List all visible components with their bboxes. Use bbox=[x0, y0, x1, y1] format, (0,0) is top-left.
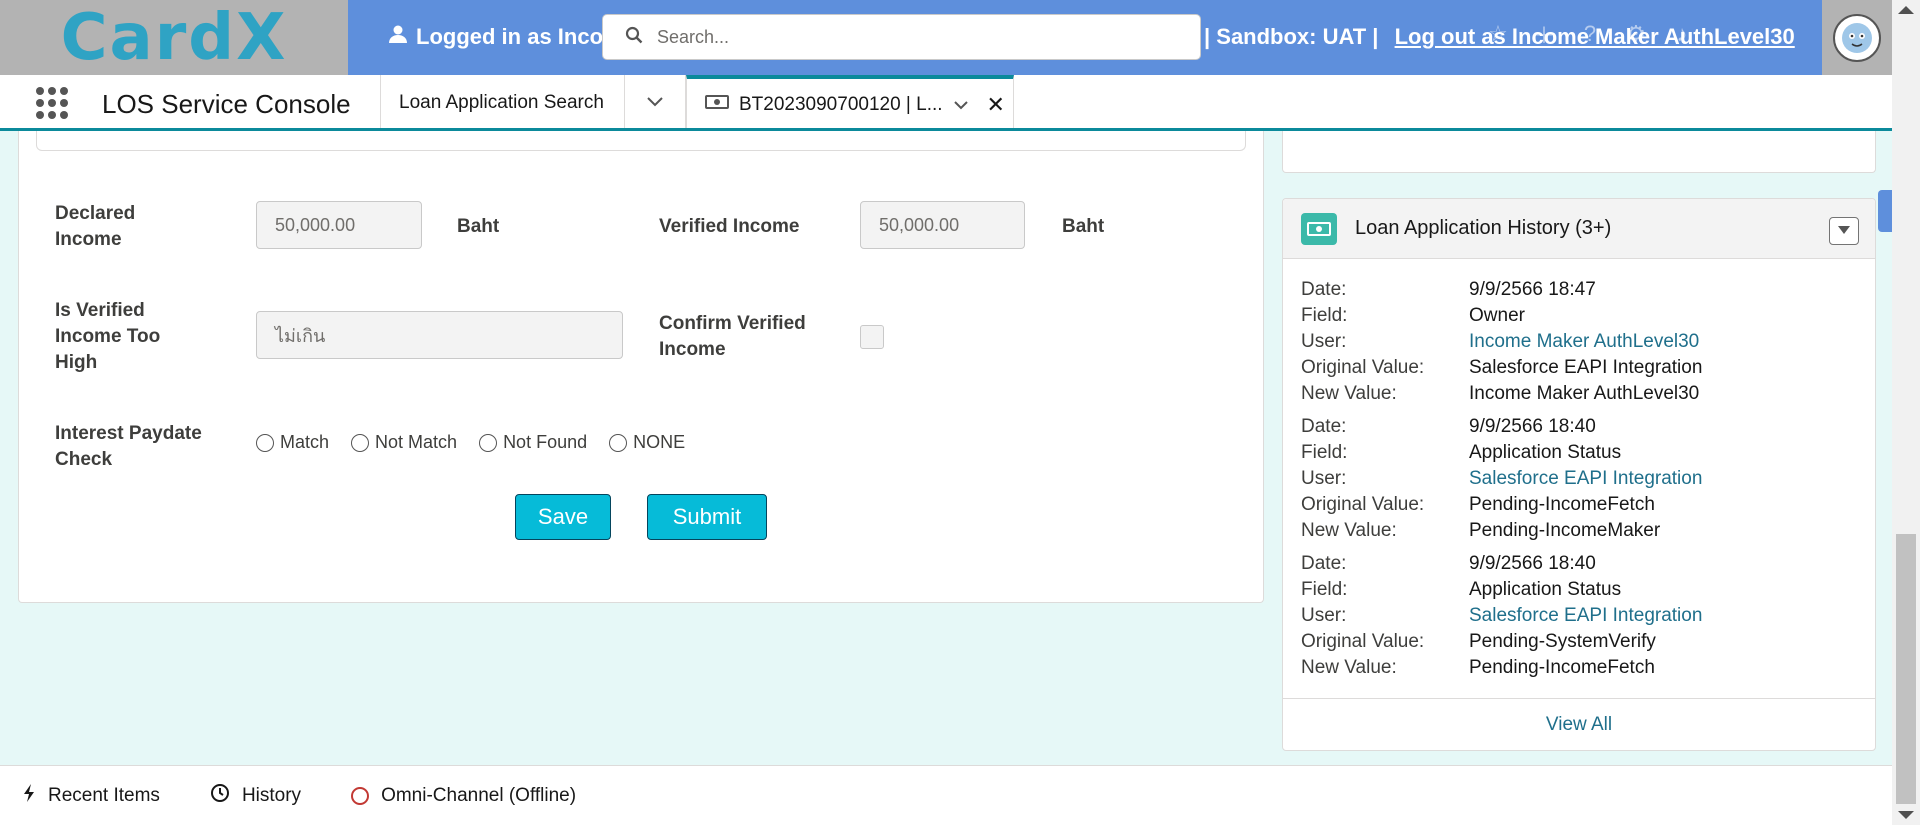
tab-overflow-button[interactable] bbox=[624, 75, 686, 131]
entry-user-link[interactable]: Salesforce EAPI Integration bbox=[1469, 603, 1702, 629]
logo-text: CardX bbox=[60, 0, 288, 75]
entry-field: Application Status bbox=[1469, 579, 1622, 600]
tab-loan-application-record[interactable]: BT2023090700120 | L... ✕ bbox=[686, 75, 1014, 131]
radio-match[interactable]: Match bbox=[256, 432, 329, 453]
entry-field: Owner bbox=[1469, 305, 1525, 326]
view-all-link[interactable]: View All bbox=[1546, 714, 1612, 736]
radio-button[interactable] bbox=[256, 433, 274, 452]
company-logo: CardX bbox=[0, 0, 348, 75]
entry-user-link[interactable]: Income Maker AuthLevel30 bbox=[1469, 329, 1699, 355]
utility-bar: Recent Items History Omni-Channel (Offli… bbox=[0, 765, 1892, 825]
scroll-thumb[interactable] bbox=[1896, 534, 1916, 804]
offline-status-icon bbox=[351, 786, 370, 805]
tab-label: BT2023090700120 | L... bbox=[739, 94, 943, 115]
logged-in-indicator: Logged in as Inco bbox=[388, 24, 603, 50]
interest-paydate-label: Interest Paydate Check bbox=[55, 423, 202, 470]
entry-date: 9/9/2566 18:47 bbox=[1469, 279, 1596, 300]
global-search[interactable] bbox=[602, 14, 1201, 60]
tab-label: Loan Application Search bbox=[399, 92, 604, 113]
favorites-icon[interactable]: ☆ bbox=[1484, 20, 1512, 48]
notifications-bell-icon[interactable]: ♪ bbox=[1668, 20, 1696, 48]
radio-button[interactable] bbox=[609, 433, 628, 452]
search-icon bbox=[625, 26, 643, 49]
declared-income-field: 50,000.00 bbox=[256, 201, 422, 249]
confirm-verified-income-label: Confirm Verified Income bbox=[659, 313, 806, 360]
declared-income-label: Declared Income bbox=[55, 203, 136, 250]
user-icon bbox=[388, 24, 408, 50]
radio-button[interactable] bbox=[479, 433, 498, 452]
utility-omni-channel[interactable]: Omni-Channel (Offline) bbox=[351, 785, 576, 807]
radio-not-found[interactable]: Not Found bbox=[479, 432, 587, 453]
logged-in-text: Logged in as Inco bbox=[416, 24, 604, 49]
interest-paydate-radio-group: Match Not Match Not Found NONE bbox=[256, 432, 685, 453]
utility-history[interactable]: History bbox=[210, 783, 301, 809]
chevron-down-icon bbox=[646, 92, 664, 114]
too-high-label: Is Verified Income Too High bbox=[55, 300, 161, 373]
history-menu-button[interactable] bbox=[1829, 217, 1859, 245]
tab-loan-application-search[interactable]: Loan Application Search bbox=[380, 75, 624, 131]
verified-income-field: 50,000.00 bbox=[860, 201, 1025, 249]
money-icon bbox=[705, 94, 729, 116]
entry-original-value: Pending-SystemVerify bbox=[1469, 631, 1656, 652]
entry-new-value: Income Maker AuthLevel30 bbox=[1469, 383, 1700, 404]
history-entry: Date: 9/9/2566 18:47 Field: Owner User: Inc… bbox=[1301, 277, 1857, 407]
entry-date: 9/9/2566 18:40 bbox=[1469, 553, 1596, 574]
scroll-up-arrow-icon[interactable] bbox=[1898, 6, 1914, 14]
history-footer: View All bbox=[1283, 698, 1875, 750]
entry-original-value: Salesforce EAPI Integration bbox=[1469, 357, 1703, 378]
verified-unit: Baht bbox=[1062, 216, 1105, 237]
save-button[interactable]: Save bbox=[515, 494, 611, 540]
scroll-down-arrow-icon[interactable] bbox=[1898, 811, 1914, 819]
side-panel-toggle[interactable] bbox=[1878, 190, 1892, 232]
too-high-field: ไม่เกิน bbox=[256, 311, 623, 359]
console-nav-bar: LOS Service Console Loan Application Sea… bbox=[0, 75, 1892, 131]
history-entry: Date: 9/9/2566 18:40 Field: Application St… bbox=[1301, 551, 1857, 681]
entry-new-value: Pending-IncomeMaker bbox=[1469, 520, 1661, 541]
history-entry: Date: 9/9/2566 18:40 Field: Application St… bbox=[1301, 414, 1857, 544]
history-entries: Date: 9/9/2566 18:47 Field: Owner User: Inc… bbox=[1301, 277, 1857, 681]
previous-related-card bbox=[1282, 131, 1876, 173]
utility-recent-items[interactable]: Recent Items bbox=[22, 783, 160, 809]
radio-none[interactable]: NONE bbox=[609, 432, 685, 453]
confirm-verified-income-checkbox[interactable] bbox=[860, 325, 884, 349]
entry-field: Application Status bbox=[1469, 442, 1622, 463]
app-name: LOS Service Console bbox=[102, 89, 351, 119]
entry-new-value: Pending-IncomeFetch bbox=[1469, 657, 1655, 678]
history-header: Loan Application History (3+) bbox=[1283, 199, 1875, 259]
avatar[interactable] bbox=[1833, 13, 1881, 62]
add-icon[interactable]: ＋ bbox=[1530, 20, 1558, 48]
dropdown-arrow-icon bbox=[1837, 222, 1851, 240]
page-scrollbar[interactable] bbox=[1892, 0, 1920, 825]
app-launcher-icon[interactable] bbox=[36, 87, 68, 119]
search-input[interactable] bbox=[657, 26, 1177, 48]
radio-not-match[interactable]: Not Match bbox=[351, 432, 457, 453]
declared-unit: Baht bbox=[457, 216, 500, 237]
close-icon[interactable]: ✕ bbox=[987, 92, 1005, 118]
setup-gear-icon[interactable]: ⚙ bbox=[1622, 20, 1650, 48]
section-divider bbox=[36, 131, 1246, 151]
clock-icon bbox=[210, 783, 230, 809]
help-icon[interactable]: ? bbox=[1576, 20, 1604, 48]
radio-button[interactable] bbox=[351, 433, 370, 452]
money-icon bbox=[1301, 213, 1337, 245]
submit-button[interactable]: Submit bbox=[647, 494, 767, 540]
chevron-down-icon[interactable] bbox=[953, 94, 969, 116]
entry-user-link[interactable]: Salesforce EAPI Integration bbox=[1469, 466, 1702, 492]
history-title: Loan Application History (3+) bbox=[1355, 217, 1612, 239]
entry-date: 9/9/2566 18:40 bbox=[1469, 416, 1596, 437]
loan-application-history-card: Loan Application History (3+) Date: 9/9/2… bbox=[1282, 198, 1876, 751]
entry-original-value: Pending-IncomeFetch bbox=[1469, 494, 1655, 515]
user-avatar-area[interactable] bbox=[1822, 0, 1892, 75]
sandbox-text: | Sandbox: UAT | bbox=[1204, 24, 1379, 49]
header-icons: ☆ ＋ ? ⚙ ♪ bbox=[1484, 20, 1696, 48]
lightning-icon bbox=[22, 783, 36, 809]
verified-income-label: Verified Income bbox=[659, 216, 800, 237]
